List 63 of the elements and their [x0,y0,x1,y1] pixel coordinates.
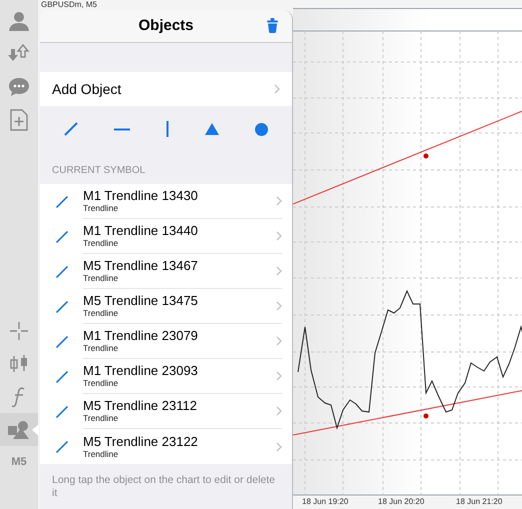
chevron-icon [276,266,282,276]
popover-title: Objects [138,16,194,36]
object-row[interactable]: M1 Trendline 23079 Trendline [40,324,292,359]
candlestick-icon [9,352,29,374]
chart-symbol-label: GBPUSDm, M5 [41,0,98,9]
object-type: Trendline [83,308,120,319]
crosshair-icon [9,320,29,340]
chevron-icon [276,371,282,381]
object-title: M1 Trendline 23079 [83,328,198,343]
time-axis-label: 18 Jun 19:20 [302,496,348,508]
hint-text: Long tap the object on the chart to edit or delete it [51,473,276,500]
document-plus-icon [10,108,28,130]
object-type: Trendline [83,273,120,284]
trendline-icon [56,266,68,278]
trendline-icon [56,300,68,312]
time-axis-label: 18 Jun 20:20 [378,496,424,508]
chevron-icon [276,231,282,241]
chevron-icon [276,336,282,346]
shapes-icon [7,420,31,440]
object-title: M1 Trendline 13430 [83,188,198,203]
object-type: Trendline [83,378,120,389]
chevron-icon [276,196,282,206]
triangle-icon[interactable] [205,123,219,135]
object-type: Trendline [83,343,120,354]
object-row[interactable]: M5 Trendline 23112 Trendline [40,394,292,429]
time-axis-label: 18 Jun 21:20 [456,496,502,508]
object-row[interactable]: M1 Trendline 13440 Trendline [40,219,292,254]
object-type: Trendline [83,203,120,214]
chevron-icon [276,442,282,452]
diagonal-line-icon[interactable] [64,122,78,136]
object-row[interactable]: M5 Trendline 13475 Trendline [40,289,292,324]
object-title: M5 Trendline 23112 [83,398,197,413]
sidebar-button[interactable] [0,413,38,446]
function-icon [12,386,26,408]
person-icon [8,10,30,32]
object-row[interactable]: M1 Trendline 23093 Trendline [40,359,292,394]
trendline-icon [56,196,68,208]
chevron-icon [274,84,280,94]
trendline-icon [56,370,68,382]
object-title: M1 Trendline 13440 [83,223,198,238]
object-title: M1 Trendline 23093 [83,363,198,378]
vertical-line-icon[interactable] [166,121,169,137]
object-row[interactable]: M5 Trendline 23122 Trendline [40,429,292,464]
chat-icon [8,76,30,98]
object-title: M5 Trendline 13467 [83,258,198,273]
chevron-icon [276,301,282,311]
object-type: Trendline [83,448,120,460]
chevron-icon [276,406,282,416]
object-row[interactable]: M5 Trendline 13467 Trendline [40,254,292,289]
trendline-icon [56,440,68,452]
horizontal-line-icon[interactable] [114,128,130,130]
circle-icon[interactable] [255,122,268,136]
object-type: Trendline [83,413,120,424]
object-row[interactable]: M1 Trendline 13430 Trendline [40,184,292,219]
trash-icon[interactable] [267,18,278,33]
section-header: CURRENT SYMBOL [52,164,146,178]
trendline-icon [56,336,68,348]
trendline-icon [56,406,68,418]
add-object-button[interactable]: Add Object [40,72,292,106]
object-type: Trendline [83,238,120,249]
trendline-icon [56,230,68,242]
object-title: M5 Trendline 13475 [83,293,198,308]
object-title: M5 Trendline 23122 [83,434,198,448]
